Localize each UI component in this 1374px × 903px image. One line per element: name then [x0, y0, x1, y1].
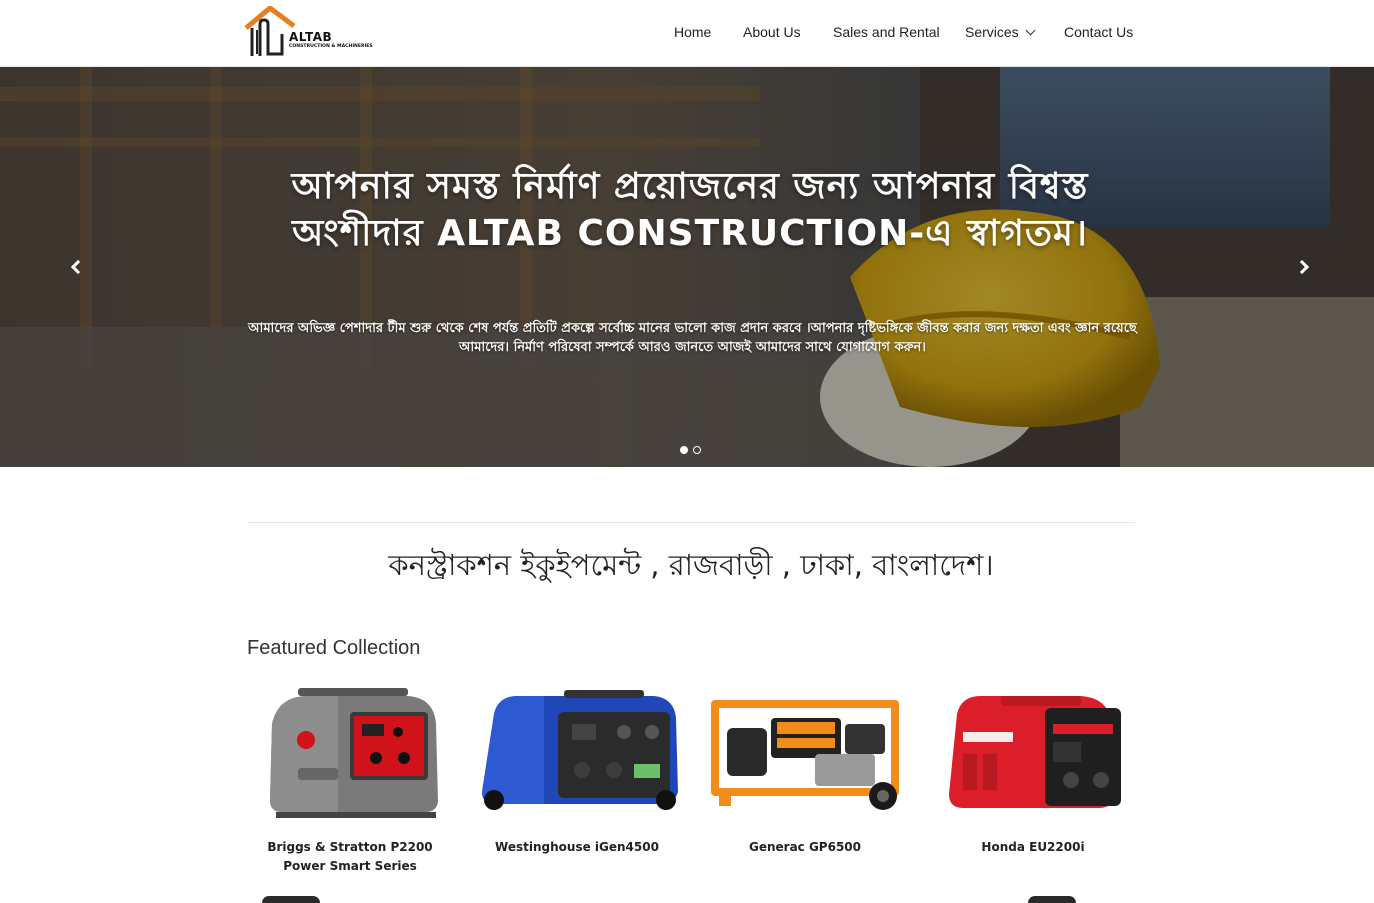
- chevron-left-icon: [70, 259, 86, 275]
- product-card-briggs-stratton[interactable]: Briggs & Stratton P2200 Power Smart Seri…: [245, 684, 455, 876]
- generator-blue-icon: [482, 690, 678, 810]
- product-card-westinghouse[interactable]: Westinghouse iGen4500: [472, 684, 682, 857]
- chevron-down-icon: [1025, 25, 1036, 36]
- main-nav: Home About Us Sales and Rental Services …: [0, 24, 1374, 44]
- nav-home[interactable]: Home: [674, 24, 711, 40]
- slider-dot-2[interactable]: [693, 446, 701, 454]
- hero-title: আপনার সমস্ত নির্মাণ প্রয়োজনের জন্য আপনা…: [291, 166, 1089, 254]
- nav-about-us[interactable]: About Us: [743, 24, 801, 40]
- generator-gray-icon: [270, 688, 438, 818]
- slider-dot-1[interactable]: [680, 446, 688, 454]
- generator-red-icon: [949, 696, 1121, 808]
- slider-indicators: [680, 446, 704, 455]
- nav-services[interactable]: Services: [965, 24, 1036, 40]
- featured-collection-title: Featured Collection: [247, 637, 421, 659]
- chevron-right-icon: [1294, 259, 1310, 275]
- nav-sales-and-rental[interactable]: Sales and Rental: [833, 24, 940, 40]
- hero-slider: আপনার সমস্ত নির্মাণ প্রয়োজনের জন্য আপনা…: [0, 67, 1374, 467]
- nav-contact-us[interactable]: Contact Us: [1064, 24, 1133, 40]
- product-image-peek: [1028, 896, 1076, 903]
- brand-tagline: CONSTRUCTION & MACHINERIES: [289, 44, 373, 49]
- generator-orange-frame-icon: [711, 700, 899, 810]
- location-tagline: কনস্ট্রাকশন ইকুইপমেন্ট , রাজবাড়ী , ঢাকা…: [388, 548, 994, 582]
- product-name: Honda EU2200i: [981, 840, 1085, 854]
- site-header: ALTAB CONSTRUCTION & MACHINERIES Home Ab…: [0, 0, 1374, 67]
- product-card-generac[interactable]: Generac GP6500: [700, 684, 910, 857]
- nav-services-label: Services: [965, 24, 1019, 40]
- section-divider: [247, 522, 1135, 523]
- slider-next-button[interactable]: [1294, 257, 1316, 279]
- product-name: Westinghouse iGen4500: [495, 840, 659, 854]
- product-name: Briggs & Stratton P2200 Power Smart Seri…: [267, 840, 433, 873]
- product-card-honda[interactable]: Honda EU2200i: [928, 684, 1138, 857]
- hero-overlay: [0, 67, 1374, 467]
- product-image-peek: [262, 896, 320, 903]
- slider-prev-button[interactable]: [66, 257, 88, 279]
- product-name: Generac GP6500: [748, 840, 862, 854]
- hero-subtitle: আমাদের অভিজ্ঞ পেশাদার টীম শুরু থেকে শেষ …: [248, 321, 1137, 355]
